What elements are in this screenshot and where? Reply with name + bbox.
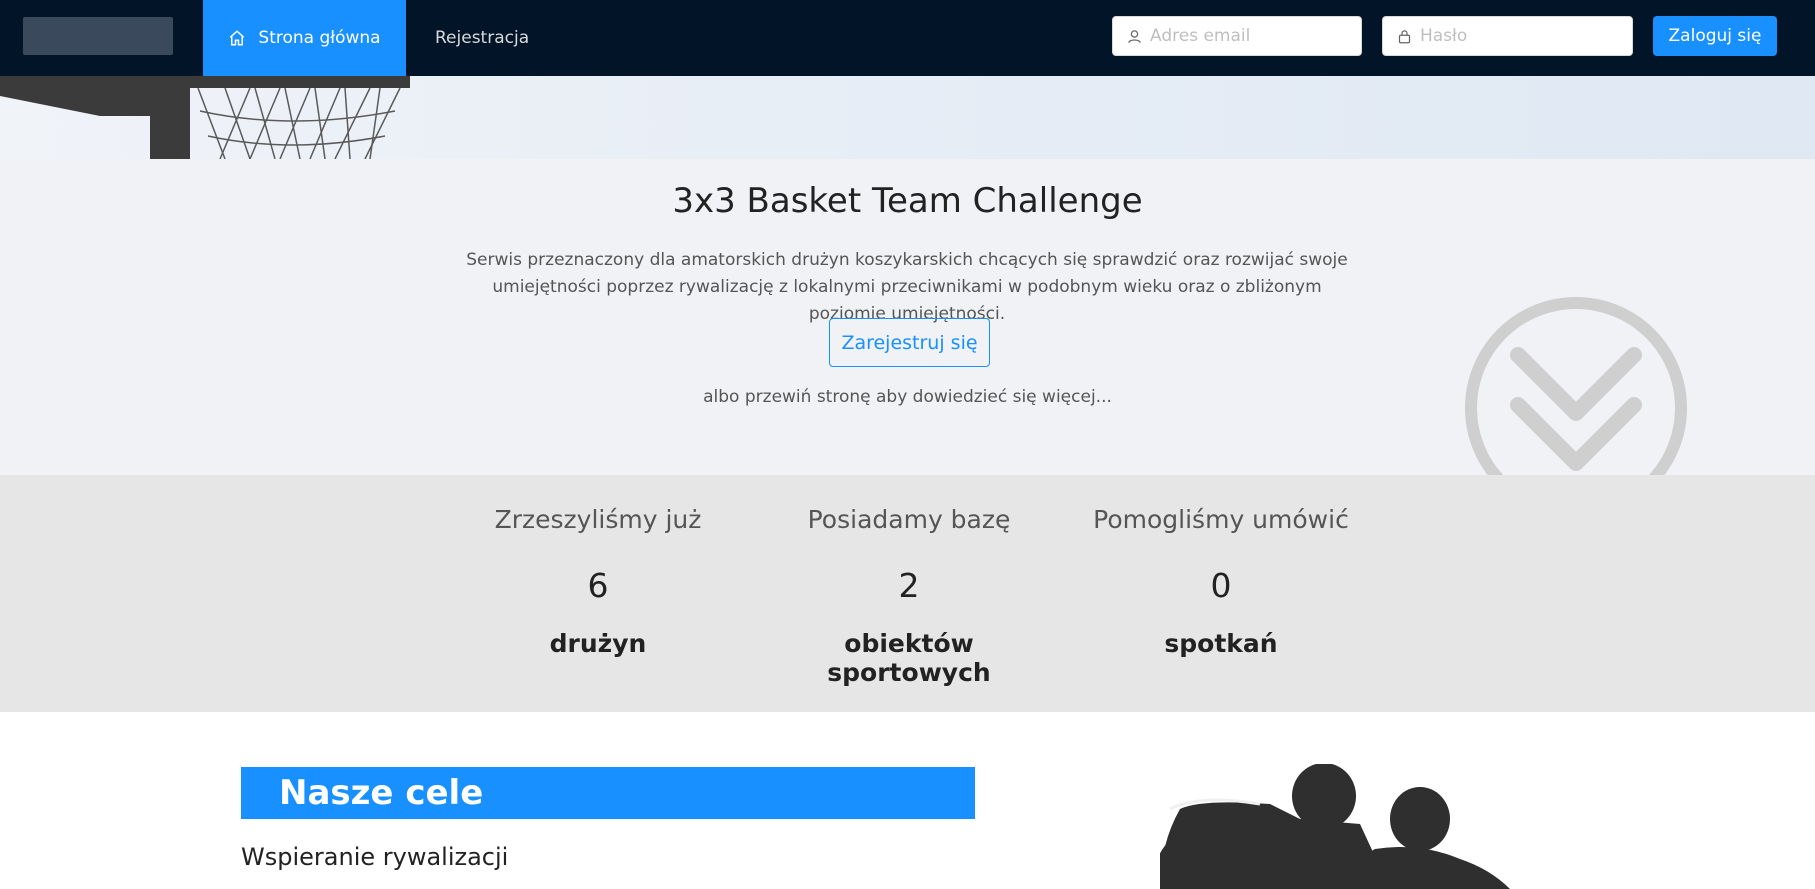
stat-value: 2 [898, 566, 920, 605]
password-field[interactable] [1382, 16, 1633, 56]
stat-unit: obiektów sportowych [827, 629, 991, 687]
login-button[interactable]: Zaloguj się [1653, 16, 1777, 56]
email-input[interactable] [1150, 26, 1361, 46]
nav-home-label: Strona główna [258, 28, 381, 48]
stat-value: 6 [587, 566, 609, 605]
stat-value: 0 [1210, 566, 1232, 605]
goals-header: Nasze cele [241, 767, 975, 819]
password-input[interactable] [1420, 26, 1632, 46]
basketball-net-image [180, 76, 410, 159]
page-title: 3x3 Basket Team Challenge [672, 181, 1143, 221]
stat-facilities: Posiadamy bazę 2 obiektów sportowych [759, 475, 1059, 687]
chevron-down-circle-icon[interactable] [1463, 295, 1689, 475]
user-icon [1128, 29, 1141, 43]
stat-unit: spotkań [1164, 629, 1278, 658]
top-navbar: Strona główna Rejestracja Zaloguj się [0, 0, 1815, 76]
goals-subtitle: Wspieranie rywalizacji [241, 843, 509, 871]
goals-title: Nasze cele [279, 773, 484, 813]
logo[interactable] [23, 17, 173, 55]
home-icon [230, 30, 245, 46]
intro-description: Serwis przeznaczony dla amatorskich druż… [466, 250, 1348, 324]
email-field[interactable] [1112, 16, 1362, 56]
players-silhouette-image [1160, 764, 1510, 889]
stat-heading: Pomogliśmy umówić [1093, 505, 1349, 534]
stat-unit: drużyn [549, 629, 647, 658]
hero-image [0, 76, 1815, 159]
lock-icon [1398, 29, 1411, 43]
stat-heading: Zrzeszyliśmy już [494, 505, 702, 534]
stat-matches: Pomogliśmy umówić 0 spotkań [1071, 475, 1371, 658]
stats-section: Zrzeszyliśmy już 6 drużyn Posiadamy bazę… [0, 475, 1815, 712]
register-button[interactable]: Zarejestruj się [829, 318, 990, 367]
nav-home-link[interactable]: Strona główna [203, 0, 406, 76]
stat-heading: Posiadamy bazę [807, 505, 1011, 534]
nav-register-link[interactable]: Rejestracja [435, 0, 529, 76]
stat-teams: Zrzeszyliśmy już 6 drużyn [448, 475, 748, 658]
intro-section: 3x3 Basket Team Challenge Serwis przezna… [0, 159, 1815, 475]
backboard [0, 76, 190, 159]
